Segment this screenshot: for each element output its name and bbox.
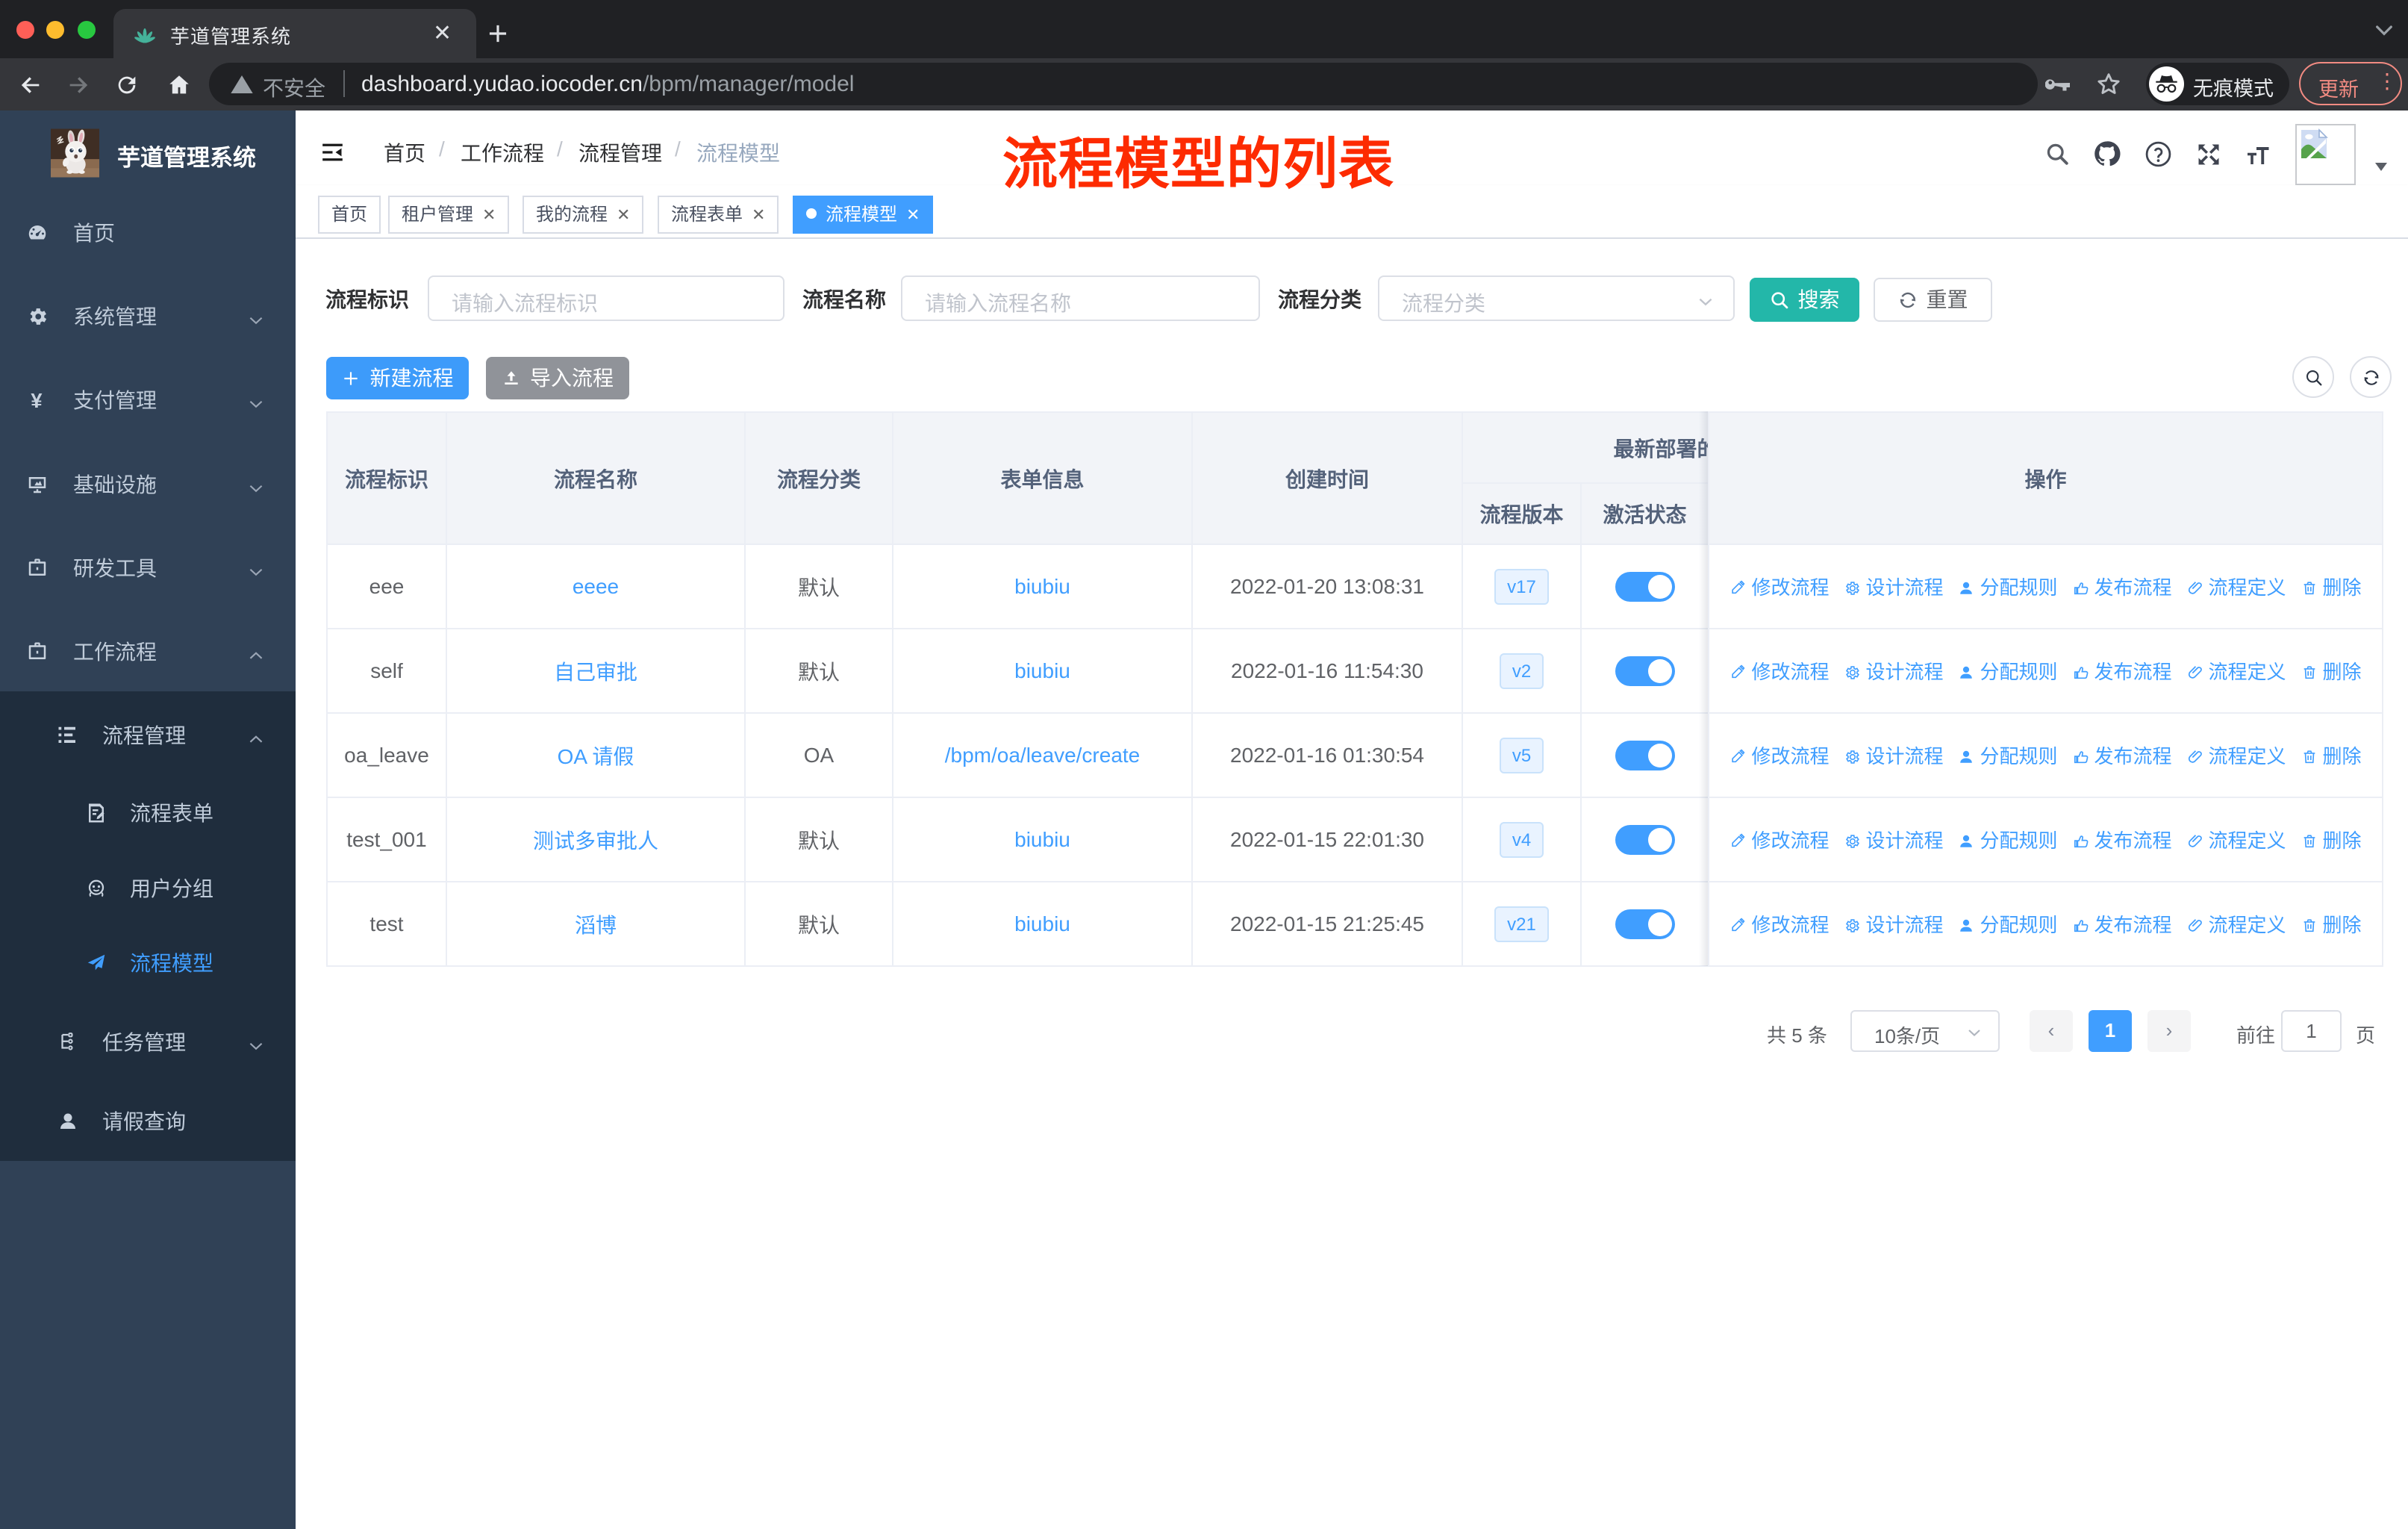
svg-text:¥: ¥	[31, 389, 43, 411]
